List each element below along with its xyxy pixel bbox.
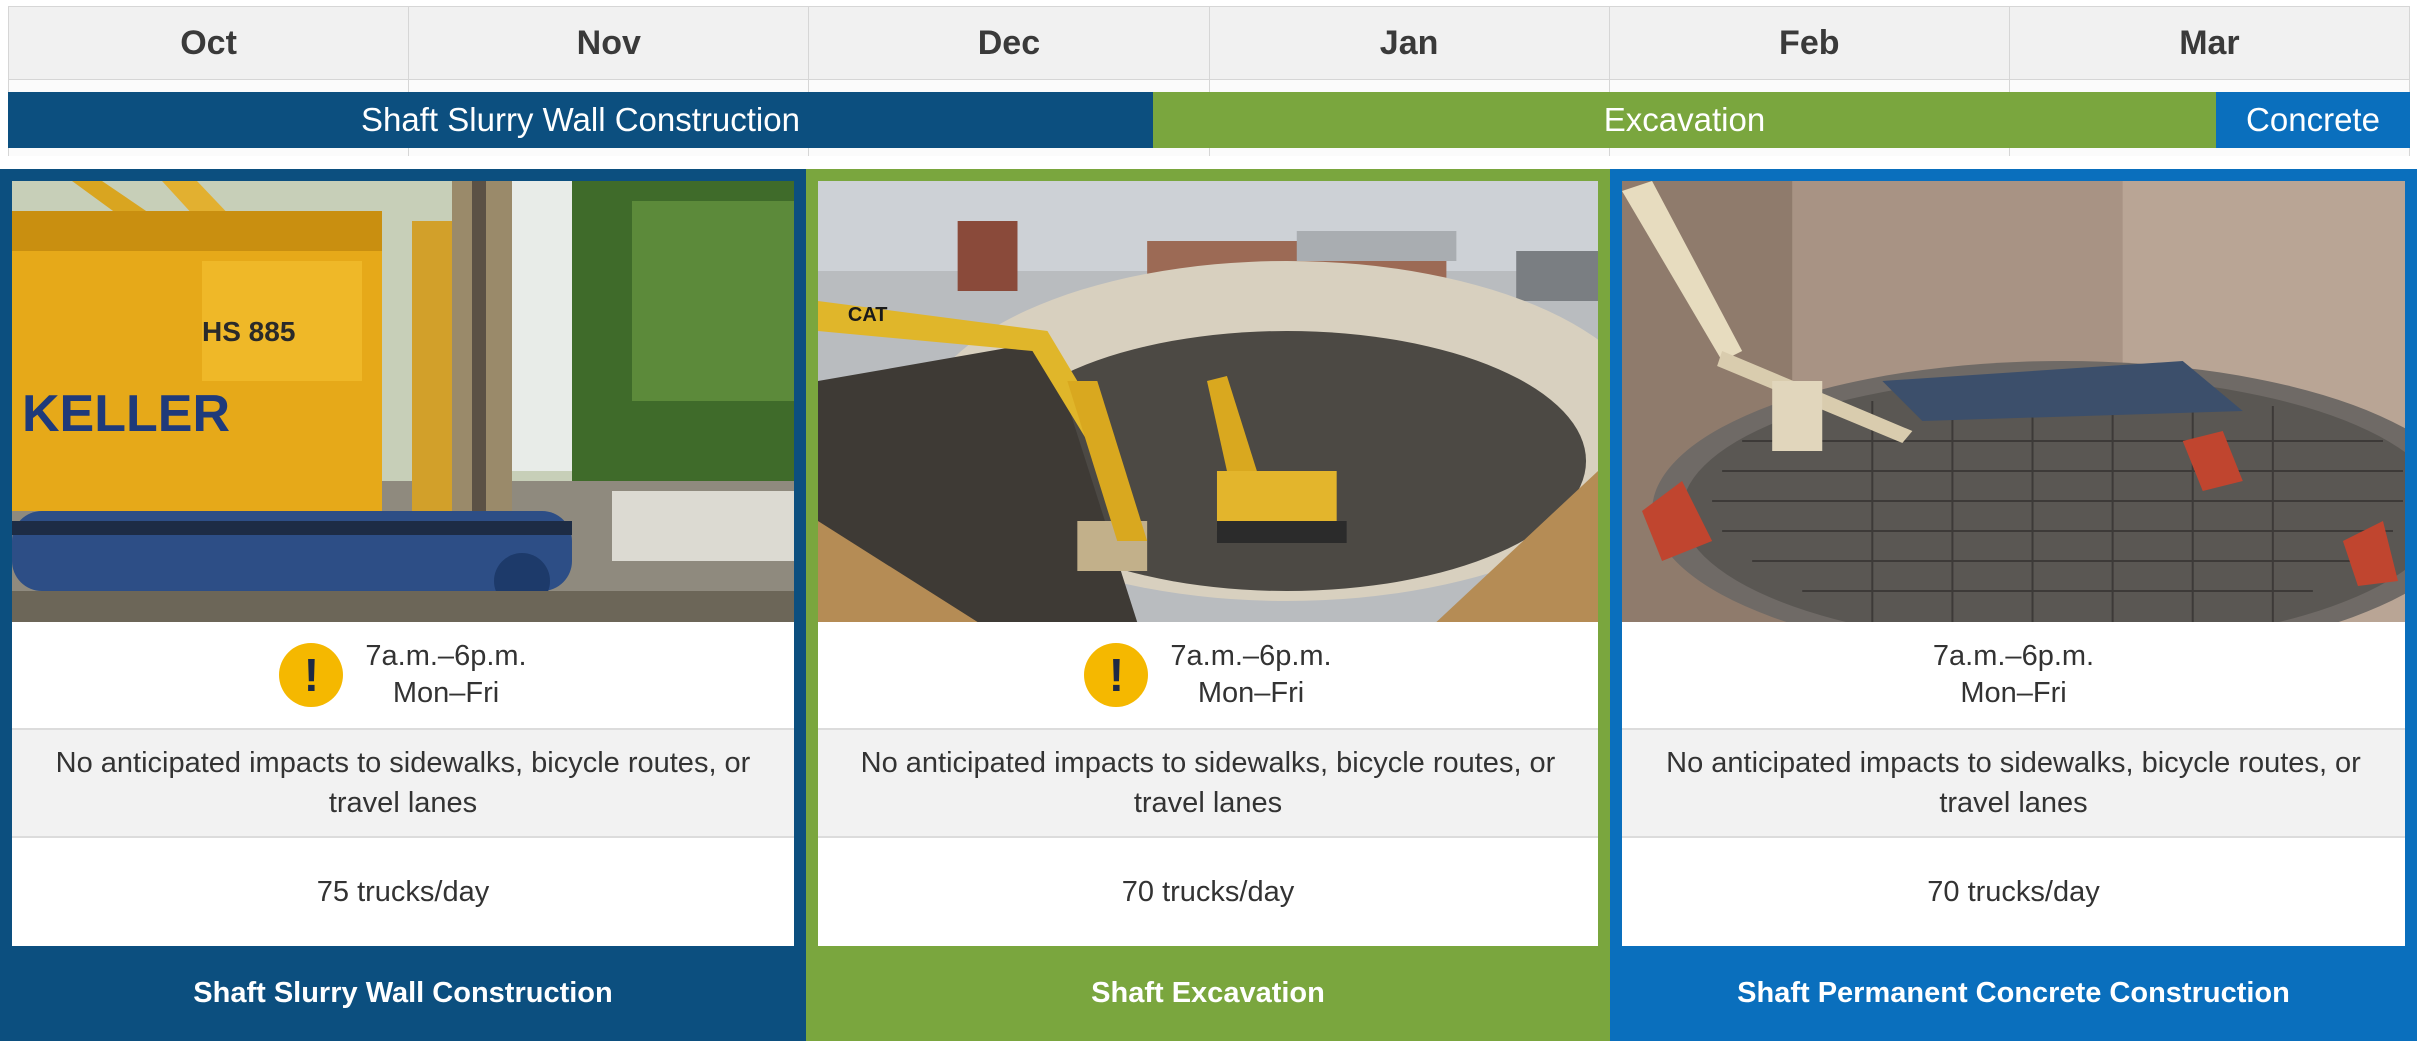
hours-time: 7a.m.–6p.m. — [1932, 640, 2095, 672]
trucks-row: 70 trucks/day — [1622, 838, 2405, 946]
hours-time: 7a.m.–6p.m. — [1170, 640, 1332, 672]
cat-logo: CAT — [848, 304, 888, 326]
rig-model-label: HS 885 — [202, 316, 295, 347]
card-slurry-wall: KELLER HS 885 ! 7a.m.–6p.m. Mon–Fri No a… — [0, 169, 806, 1041]
warning-icon: ! — [1084, 643, 1149, 707]
work-hours-row: ! 7a.m.–6p.m. Mon–Fri — [12, 622, 794, 730]
month-label: Feb — [1609, 7, 2009, 80]
impact-row: No anticipated impacts to sidewalks, bic… — [1622, 730, 2405, 838]
trucks-row: 75 trucks/day — [12, 838, 794, 946]
month-label: Oct — [9, 7, 409, 80]
month-label: Mar — [2009, 7, 2410, 80]
card-title: Shaft Permanent Concrete Construction — [1737, 977, 2290, 1009]
excavation-pit-photo: CAT — [818, 181, 1598, 622]
construction-timeline: Oct Nov Dec Jan Feb Mar Shaft Slurry Wal… — [8, 6, 2410, 156]
hours-days: Mon–Fri — [1960, 677, 2067, 709]
concrete-shaft-photo — [1622, 181, 2405, 622]
slurry-wall-rig-photo: KELLER HS 885 — [12, 181, 794, 622]
impact-row: No anticipated impacts to sidewalks, bic… — [12, 730, 794, 838]
phase-bar-slurry-wall: Shaft Slurry Wall Construction — [8, 92, 1153, 148]
phase-cards: KELLER HS 885 ! 7a.m.–6p.m. Mon–Fri No a… — [0, 169, 2417, 1041]
hours-days: Mon–Fri — [392, 677, 500, 709]
hours-days: Mon–Fri — [1197, 677, 1305, 709]
keller-logo: KELLER — [22, 385, 230, 443]
card-title: Shaft Slurry Wall Construction — [193, 977, 613, 1009]
month-label: Jan — [1209, 7, 1609, 80]
card-title: Shaft Excavation — [1091, 977, 1325, 1009]
card-concrete: 7a.m.–6p.m. Mon–Fri No anticipated impac… — [1610, 169, 2417, 1041]
impact-row: No anticipated impacts to sidewalks, bic… — [818, 730, 1598, 838]
month-label: Dec — [809, 7, 1209, 80]
work-hours-row: ! 7a.m.–6p.m. Mon–Fri — [818, 622, 1598, 730]
month-label: Nov — [409, 7, 809, 80]
phase-bar-concrete: Concrete — [2216, 92, 2410, 148]
trucks-row: 70 trucks/day — [818, 838, 1598, 946]
work-hours-row: 7a.m.–6p.m. Mon–Fri — [1622, 622, 2405, 730]
card-excavation: CAT ! 7a.m.–6p.m. Mon–Fri No anticipated… — [806, 169, 1610, 1041]
warning-icon: ! — [279, 643, 344, 707]
hours-time: 7a.m.–6p.m. — [365, 640, 527, 672]
phase-bar-excavation: Excavation — [1153, 92, 2216, 148]
